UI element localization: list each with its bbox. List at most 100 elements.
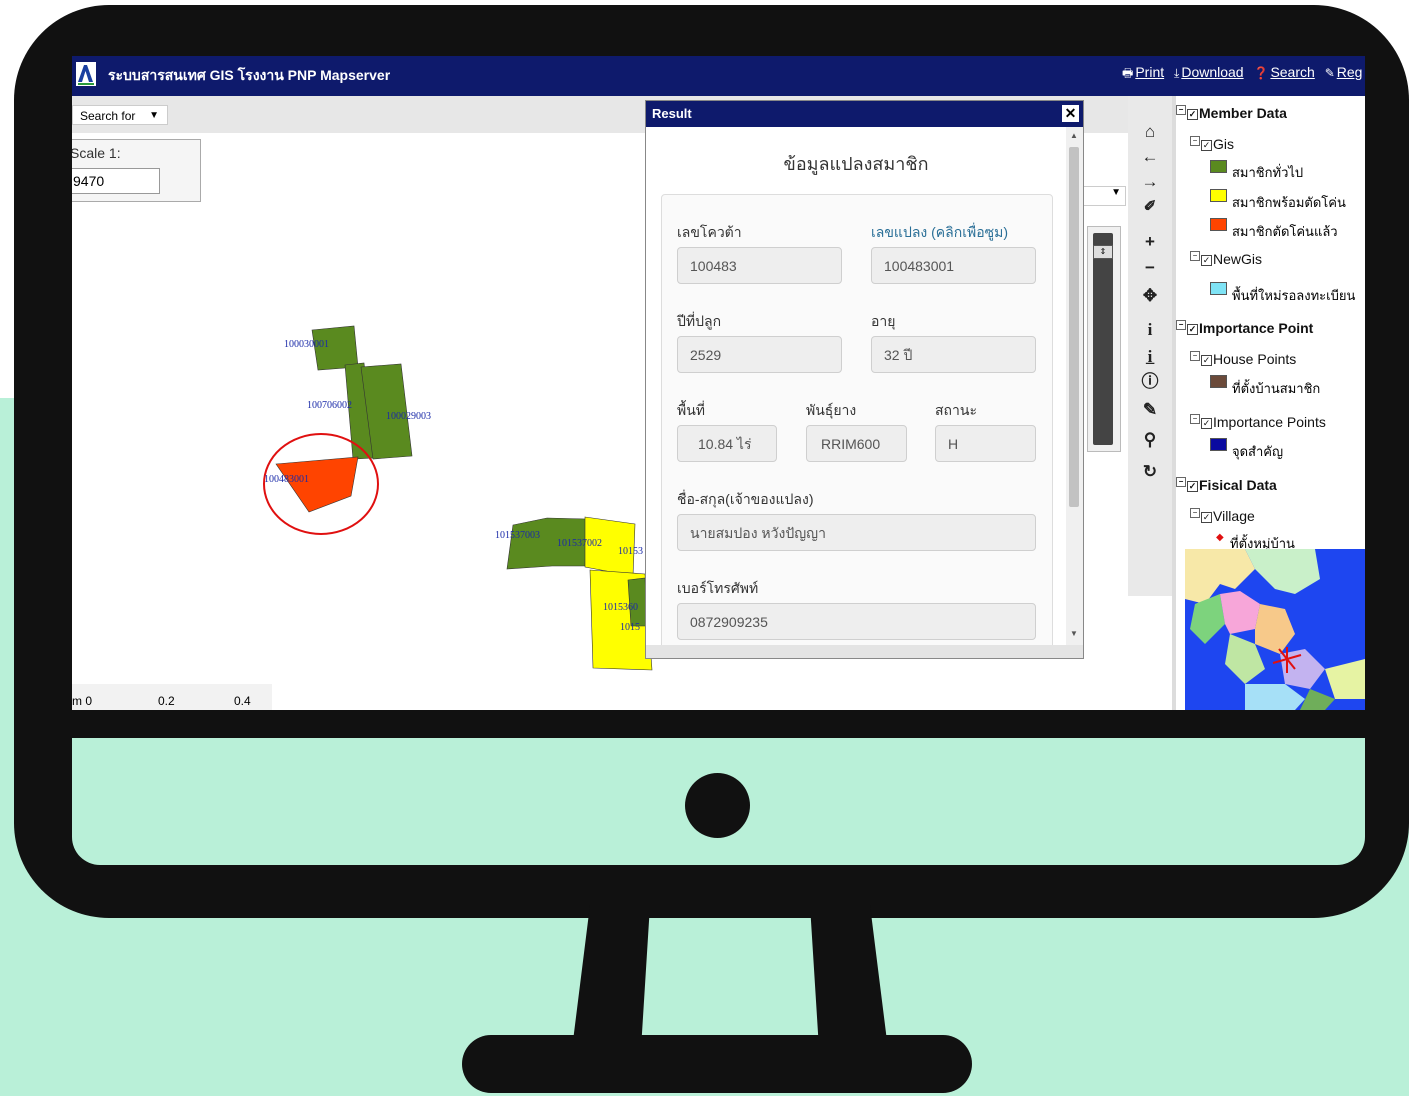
- result-content: ข้อมูลแปลงสมาชิก เลขโควต้า เลขแปลง (คลิก…: [646, 127, 1066, 645]
- legend-panel: − ✓ Member Data − ✓ Gis สมาชิกทั่วไป สมาชิกพ…: [1176, 96, 1365, 710]
- monitor-base: [462, 1035, 972, 1093]
- phone-field[interactable]: 0872909235: [677, 603, 1036, 640]
- pin-icon[interactable]: ⚲: [1136, 428, 1164, 452]
- result-title: Result: [652, 106, 692, 121]
- tree-importance-points[interactable]: − ✓ Importance Points: [1190, 414, 1326, 430]
- tree-label: Fisical Data: [1199, 477, 1277, 493]
- plant-year-label: ปีที่ปลูก: [677, 313, 722, 329]
- forward-arrow-icon[interactable]: →: [1136, 170, 1164, 194]
- result-scrollbar[interactable]: ▲ ▼: [1066, 127, 1083, 645]
- scroll-down-icon[interactable]: ▼: [1070, 629, 1078, 638]
- variety-field[interactable]: RRIM600: [806, 425, 907, 462]
- result-heading: ข้อมูลแปลงสมาชิก: [783, 154, 929, 174]
- result-window[interactable]: Result ✕ ข้อมูลแปลงสมาชิก เลขโควต้า เลขแ…: [645, 100, 1084, 659]
- result-card: เลขโควต้า เลขแปลง (คลิกเพื่อซูม) 100483 …: [661, 194, 1053, 645]
- legend-label: พื้นที่ใหม่รอลงทะเบียน: [1232, 288, 1356, 303]
- home-icon[interactable]: ⌂: [1136, 120, 1164, 144]
- legend-label: สมาชิกตัดโค่นแล้ว: [1232, 224, 1338, 239]
- pan-icon[interactable]: ✥: [1136, 284, 1164, 308]
- variety-label: พันธุ์ยาง: [806, 402, 857, 418]
- tree-house-points[interactable]: − ✓ House Points: [1190, 351, 1296, 367]
- result-resize-bar[interactable]: [646, 645, 1083, 658]
- monitor-button: [685, 773, 750, 838]
- tree-importance-point[interactable]: − ✓ Importance Point: [1176, 320, 1313, 336]
- measure-icon[interactable]: ✐: [1136, 195, 1164, 219]
- legend-swatch: [1210, 160, 1227, 173]
- checkbox-checked-icon: ✓: [1187, 323, 1198, 335]
- plot-label: 100030001: [284, 339, 329, 350]
- tree-label: Village: [1213, 508, 1255, 524]
- map-layer-select[interactable]: ▼: [1082, 186, 1126, 206]
- owner-field[interactable]: นายสมปอง หวังปัญญา: [677, 514, 1036, 551]
- village-point-icon: ◆: [1216, 532, 1224, 543]
- info-icon[interactable]: i: [1136, 318, 1164, 342]
- close-icon[interactable]: ✕: [1062, 105, 1079, 122]
- tree-label: Importance Point: [1199, 320, 1314, 336]
- checkbox-checked-icon: ✓: [1201, 417, 1212, 429]
- download-icon: ⤓: [1174, 66, 1180, 80]
- tree-member-data[interactable]: − ✓ Member Data: [1176, 105, 1287, 121]
- age-label: อายุ: [871, 313, 896, 329]
- download-link[interactable]: Download: [1181, 64, 1243, 80]
- plot-label: 101537003: [495, 530, 540, 541]
- tree-label: Gis: [1213, 136, 1234, 152]
- status-label: สถานะ: [935, 402, 977, 418]
- register-link[interactable]: Reg: [1337, 64, 1363, 80]
- overview-map[interactable]: [1185, 549, 1365, 710]
- tree-village[interactable]: − ✓ Village: [1190, 508, 1255, 524]
- scale-bar-label: m 0: [72, 694, 93, 708]
- checkbox-checked-icon: ✓: [1201, 139, 1212, 151]
- app-title: ระบบสารสนเทศ GIS โรงงาน PNP Mapserver: [108, 67, 391, 83]
- scroll-thumb[interactable]: [1069, 147, 1079, 507]
- print-link[interactable]: Print: [1135, 64, 1164, 80]
- refresh-icon[interactable]: ↻: [1136, 460, 1164, 484]
- status-field[interactable]: H: [935, 425, 1036, 462]
- tree-label: NewGis: [1213, 251, 1263, 267]
- legend-label: จุดสำคัญ: [1232, 444, 1284, 459]
- plot-label: 100483001: [264, 474, 309, 485]
- screen: ระบบสารสนเทศ GIS โรงงาน PNP Mapserver 🖶 P…: [72, 56, 1365, 710]
- plot-label: 1015360: [603, 602, 638, 613]
- identify-icon[interactable]: i̲: [1136, 345, 1164, 369]
- phone-label: เบอร์โทรศัพท์: [677, 580, 759, 596]
- plot-label: 100029003: [386, 411, 431, 422]
- legend-label: สมาชิกทั่วไป: [1232, 165, 1304, 180]
- area-field[interactable]: 10.84 ไร่: [677, 425, 777, 462]
- search-link[interactable]: Search: [1270, 64, 1314, 80]
- dropdown-arrow-icon: ▼: [1111, 187, 1121, 198]
- zoom-out-icon[interactable]: −: [1136, 256, 1164, 280]
- owner-label: ชื่อ-สกุล(เจ้าของแปลง): [677, 491, 814, 507]
- result-titlebar[interactable]: Result ✕: [646, 101, 1083, 127]
- top-menu: 🖶 Print ⤓ Download ❓ Search ✎ Reg: [1122, 64, 1365, 85]
- area-label: พื้นที่: [677, 402, 706, 418]
- legend-label: ที่ตั้งบ้านสมาชิก: [1232, 381, 1321, 396]
- query-info-icon[interactable]: ⓘ: [1136, 370, 1164, 394]
- search-help-icon: ❓: [1253, 66, 1269, 80]
- scale-bar-label: 0.2: [158, 694, 175, 708]
- map-toolbar: ⌂ ← → ✐ + − ✥ i i̲ ⓘ ✎ ⚲ ↻: [1128, 96, 1172, 596]
- ruler-icon[interactable]: ✎: [1136, 398, 1164, 422]
- zoom-in-icon[interactable]: +: [1136, 230, 1164, 254]
- scroll-up-icon[interactable]: ▲: [1070, 131, 1078, 140]
- scale-bar-label: 0.4: [234, 694, 251, 708]
- legend-swatch: [1210, 189, 1227, 202]
- age-field[interactable]: 32 ปี: [871, 336, 1036, 373]
- plot-number-link[interactable]: เลขแปลง (คลิกเพื่อซูม): [871, 222, 1008, 244]
- quota-label: เลขโควต้า: [677, 224, 742, 240]
- plant-year-field[interactable]: 2529: [677, 336, 842, 373]
- print-icon: 🖶: [1122, 66, 1134, 80]
- back-arrow-icon[interactable]: ←: [1136, 145, 1164, 169]
- tree-gis[interactable]: − ✓ Gis: [1190, 136, 1234, 152]
- legend-label: สมาชิกพร้อมตัดโค่น: [1232, 195, 1346, 210]
- plot-number-field[interactable]: 100483001: [871, 247, 1036, 284]
- quota-field[interactable]: 100483: [677, 247, 842, 284]
- app-logo-icon: [76, 62, 96, 86]
- tree-newgis[interactable]: − ✓ NewGis: [1190, 251, 1262, 267]
- tree-label: House Points: [1213, 351, 1297, 367]
- tree-label: Member Data: [1199, 105, 1287, 121]
- zoom-slider[interactable]: ⇕: [1087, 226, 1121, 452]
- tree-fisical-data[interactable]: − ✓ Fisical Data: [1176, 477, 1277, 493]
- zoom-handle[interactable]: ⇕: [1093, 245, 1113, 259]
- top-bar: ระบบสารสนเทศ GIS โรงงาน PNP Mapserver 🖶 P…: [72, 56, 1365, 96]
- scale-bar: m 0 0.2 0.4: [72, 684, 272, 710]
